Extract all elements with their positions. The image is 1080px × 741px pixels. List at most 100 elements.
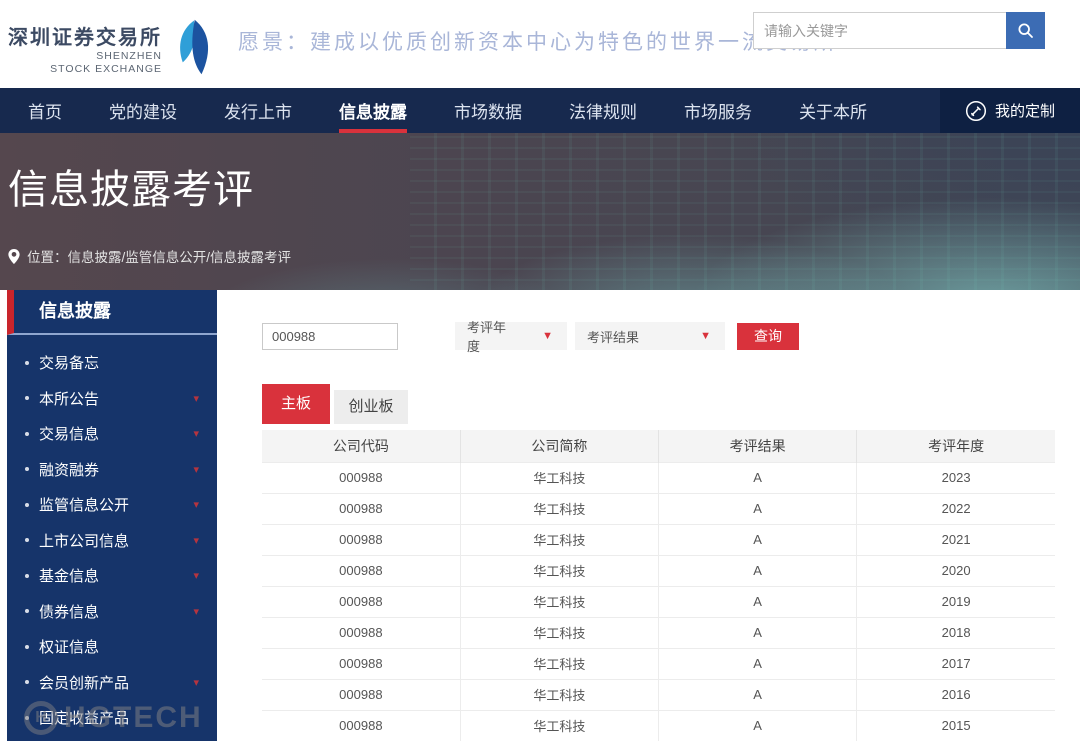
evaluation-table: 公司代码公司简称考评结果考评年度 000988华工科技A2023000988华工… <box>262 430 1055 741</box>
sidebar: 信息披露 交易备忘本所公告▾交易信息▾融资融券▾监管信息公开▾上市公司信息▾基金… <box>7 290 217 741</box>
filter-row: 考评年度 ▼ 考评结果 ▼ 查询 <box>262 322 1055 350</box>
bullet-icon <box>25 609 29 613</box>
table-cell: 华工科技 <box>460 524 658 555</box>
table-cell: 2018 <box>857 617 1055 648</box>
table-row: 000988华工科技A2020 <box>262 555 1055 586</box>
sidebar-item-上市公司信息[interactable]: 上市公司信息▾ <box>7 523 217 559</box>
table-cell: A <box>659 648 857 679</box>
table-row: 000988华工科技A2015 <box>262 710 1055 741</box>
chevron-down-icon: ▾ <box>193 392 199 405</box>
table-row: 000988华工科技A2021 <box>262 524 1055 555</box>
table-cell: 2016 <box>857 679 1055 710</box>
nav-item-信息披露[interactable]: 信息披露 <box>339 88 407 133</box>
sidebar-item-融资融券[interactable]: 融资融券▾ <box>7 452 217 488</box>
query-button[interactable]: 查询 <box>737 323 799 350</box>
bullet-icon <box>25 680 29 684</box>
nav-item-法律规则[interactable]: 法律规则 <box>569 88 637 133</box>
caret-down-icon: ▼ <box>542 330 553 342</box>
bullet-icon <box>25 716 29 720</box>
bullet-icon <box>25 432 29 436</box>
chevron-down-icon: ▾ <box>193 498 199 511</box>
table-cell: 华工科技 <box>460 586 658 617</box>
table-cell: 华工科技 <box>460 617 658 648</box>
table-cell: 000988 <box>262 493 460 524</box>
company-code-input[interactable] <box>262 323 398 350</box>
eval-result-dropdown[interactable]: 考评结果 ▼ <box>575 322 725 350</box>
content-area: 信息披露 交易备忘本所公告▾交易信息▾融资融券▾监管信息公开▾上市公司信息▾基金… <box>0 290 1080 741</box>
bullet-icon <box>25 361 29 365</box>
logo-name-en2: STOCK EXCHANGE <box>8 63 162 76</box>
nav-item-市场服务[interactable]: 市场服务 <box>684 88 752 133</box>
tab-主板[interactable]: 主板 <box>262 384 330 424</box>
site-search-button[interactable] <box>1006 12 1045 49</box>
table-cell: 华工科技 <box>460 679 658 710</box>
sidebar-item-固定收益产品[interactable]: 固定收益产品 <box>7 700 217 736</box>
sidebar-title: 信息披露 <box>7 290 217 335</box>
column-header-公司简称: 公司简称 <box>460 430 658 462</box>
bullet-icon <box>25 645 29 649</box>
table-row: 000988华工科技A2017 <box>262 648 1055 679</box>
table-cell: 华工科技 <box>460 462 658 493</box>
sidebar-item-label: 债券信息 <box>39 601 99 622</box>
table-row: 000988华工科技A2022 <box>262 493 1055 524</box>
logo-name-cn: 深圳证券交易所 <box>8 21 162 50</box>
nav-item-首页[interactable]: 首页 <box>28 88 62 133</box>
sidebar-item-会员创新产品[interactable]: 会员创新产品▾ <box>7 665 217 701</box>
table-header-row: 公司代码公司简称考评结果考评年度 <box>262 430 1055 462</box>
sidebar-item-监管信息公开[interactable]: 监管信息公开▾ <box>7 487 217 523</box>
bullet-icon <box>25 396 29 400</box>
table-cell: 2017 <box>857 648 1055 679</box>
sidebar-item-权证信息[interactable]: 权证信息 <box>7 629 217 665</box>
sidebar-item-交易备忘[interactable]: 交易备忘 <box>7 345 217 381</box>
nav-item-市场数据[interactable]: 市场数据 <box>454 88 522 133</box>
sidebar-item-label: 上市公司信息 <box>39 530 129 551</box>
eval-year-dropdown[interactable]: 考评年度 ▼ <box>455 322 567 350</box>
table-cell: 2021 <box>857 524 1055 555</box>
chevron-down-icon: ▾ <box>193 463 199 476</box>
logo-text: 深圳证券交易所 SHENZHEN STOCK EXCHANGE <box>8 21 162 76</box>
sidebar-item-label: 固定收益产品 <box>39 707 129 728</box>
table-cell: A <box>659 524 857 555</box>
customize-icon <box>965 100 987 122</box>
table-row: 000988华工科技A2018 <box>262 617 1055 648</box>
sidebar-item-交易信息[interactable]: 交易信息▾ <box>7 416 217 452</box>
table-cell: A <box>659 710 857 741</box>
tab-创业板[interactable]: 创业板 <box>334 390 408 424</box>
chevron-down-icon: ▾ <box>193 569 199 582</box>
my-customization-button[interactable]: 我的定制 <box>940 88 1080 133</box>
page-title: 信息披露考评 <box>8 157 254 215</box>
main-navbar: 首页 党的建设 发行上市 信息披露 市场数据 法律规则 市场服务 关于本所 我的定制 <box>0 88 1080 133</box>
table-cell: 2015 <box>857 710 1055 741</box>
breadcrumb-text: 位置：信息披露/监管信息公开/信息披露考评 <box>27 246 291 266</box>
caret-down-icon: ▼ <box>700 330 711 342</box>
sidebar-item-基金信息[interactable]: 基金信息 ▾ <box>7 558 217 594</box>
site-search <box>753 12 1045 49</box>
sidebar-item-本所公告[interactable]: 本所公告▾ <box>7 381 217 417</box>
main-panel: 考评年度 ▼ 考评结果 ▼ 查询 主板创业板 公司代码公司简称考评结果考评年度 … <box>262 290 1055 741</box>
column-header-公司代码: 公司代码 <box>262 430 460 462</box>
sidebar-item-label: 会员创新产品 <box>39 672 129 693</box>
table-cell: 000988 <box>262 524 460 555</box>
sidebar-item-债券信息[interactable]: 债券信息 ▾ <box>7 594 217 630</box>
table-cell: A <box>659 493 857 524</box>
szse-logo[interactable]: 深圳证券交易所 SHENZHEN STOCK EXCHANGE <box>0 9 216 79</box>
table-row: 000988华工科技A2023 <box>262 462 1055 493</box>
table-cell: 华工科技 <box>460 648 658 679</box>
bullet-icon <box>25 574 29 578</box>
table-cell: A <box>659 462 857 493</box>
chevron-down-icon: ▾ <box>193 605 199 618</box>
table-cell: 华工科技 <box>460 493 658 524</box>
nav-item-发行上市[interactable]: 发行上市 <box>224 88 292 133</box>
sidebar-item-label: 基金信息 <box>39 565 99 586</box>
nav-item-关于本所[interactable]: 关于本所 <box>799 88 867 133</box>
column-header-考评结果: 考评结果 <box>659 430 857 462</box>
vision-slogan: 愿景：建成以优质创新资本中心为特色的世界一流交易所 <box>238 26 838 56</box>
top-header: 深圳证券交易所 SHENZHEN STOCK EXCHANGE 愿景：建成以优质… <box>0 0 1080 88</box>
site-search-input[interactable] <box>753 12 1006 49</box>
breadcrumb: 位置：信息披露/监管信息公开/信息披露考评 <box>8 246 291 266</box>
table-cell: 000988 <box>262 679 460 710</box>
table-cell: A <box>659 617 857 648</box>
table-cell: 2020 <box>857 555 1055 586</box>
nav-item-党的建设[interactable]: 党的建设 <box>109 88 177 133</box>
table-cell: A <box>659 586 857 617</box>
